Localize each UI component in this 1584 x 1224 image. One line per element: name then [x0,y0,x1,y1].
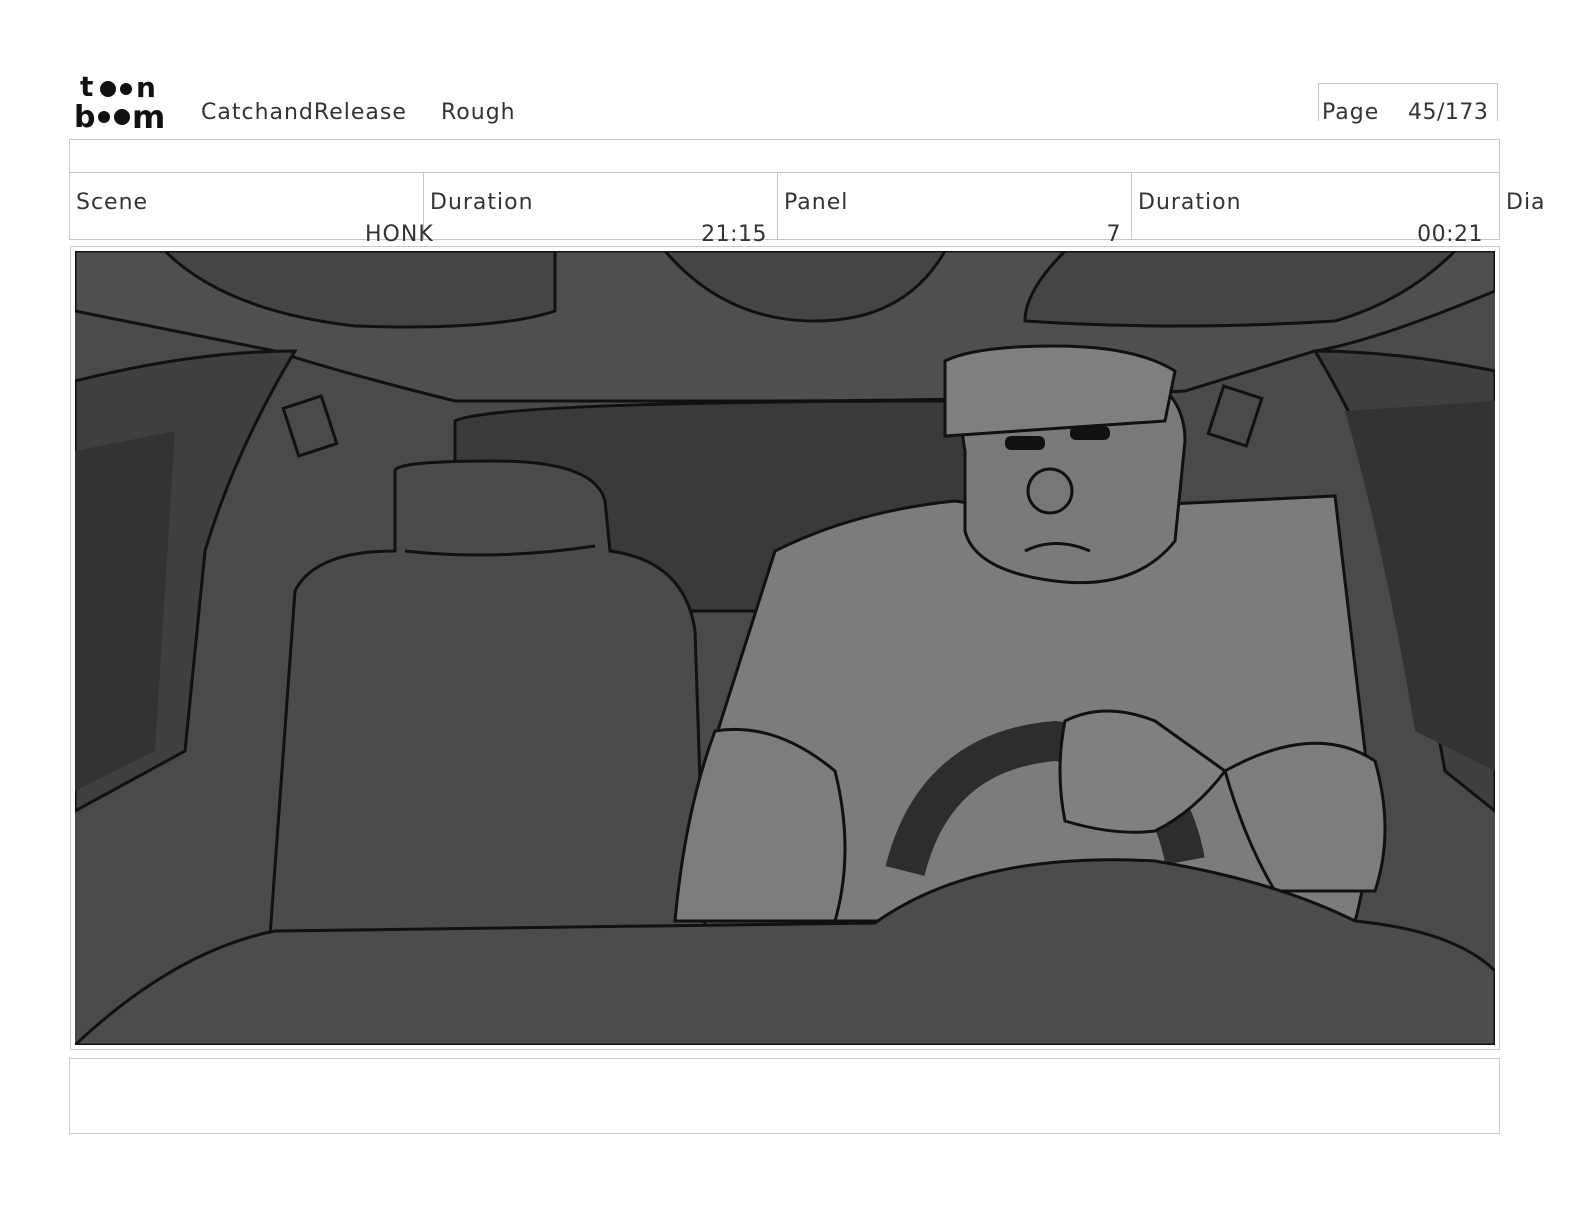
dialogue-label: Dia [1506,190,1546,215]
toon-boom-logo: t n b m [74,72,165,130]
info-row: Scene Duration 21:15 Panel 7 Duration 00… [69,172,1500,247]
scene-duration-label: Duration [430,190,534,215]
page-number: 45/173 [1408,100,1489,125]
panel-duration-cell: Duration 00:21 [1131,172,1500,247]
scene-value: HONK [365,222,434,247]
project-name: CatchandRelease [201,100,407,125]
panel-duration-label: Duration [1138,190,1242,215]
svg-text:b: b [74,100,95,130]
scene-duration-value: 21:15 [701,222,767,247]
panel-value: 7 [1106,222,1121,247]
scene-label: Scene [76,190,149,215]
storyboard-panel-image [75,251,1495,1045]
notes-box [69,1058,1500,1134]
svg-text:m: m [132,98,165,130]
panel-duration-value: 00:21 [1417,222,1483,247]
panel-cell: Panel 7 [777,172,1131,247]
panel-label: Panel [784,190,849,215]
version-label: Rough [441,100,516,125]
page-label: Page [1322,100,1380,125]
header-strip [69,139,1500,173]
scene-duration-cell: Duration 21:15 [423,172,777,247]
svg-text:t: t [80,72,93,103]
